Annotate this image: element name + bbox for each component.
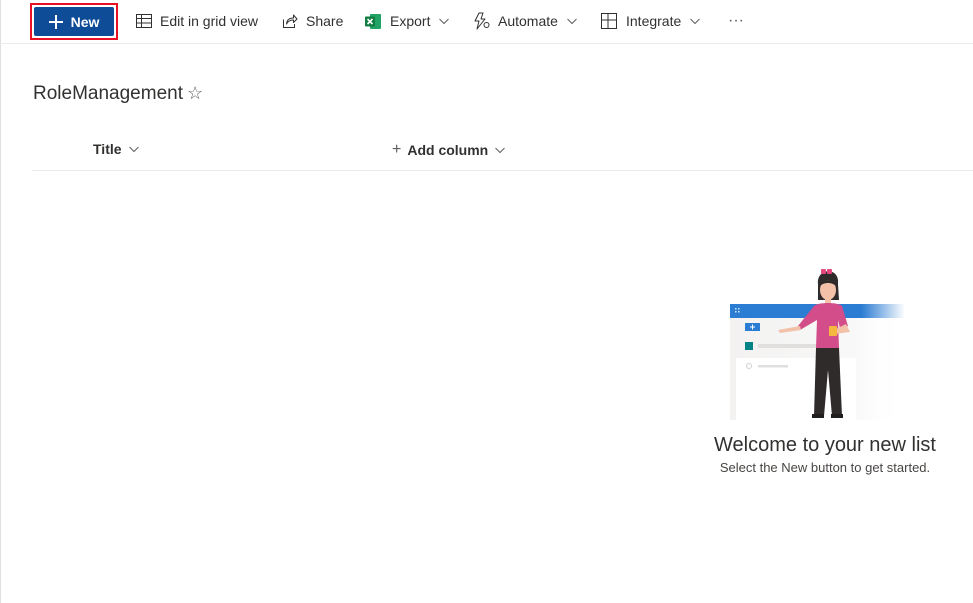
command-bar: New Edit in grid view Share Export Autom…: [0, 0, 973, 44]
export-label: Export: [390, 13, 431, 29]
star-icon[interactable]: ☆: [187, 83, 203, 104]
integrate-button[interactable]: Integrate: [601, 11, 701, 31]
chevron-down-icon: [128, 146, 139, 153]
share-icon: [283, 14, 298, 28]
column-header-row: Title + Add column: [32, 128, 973, 171]
edit-grid-view-label: Edit in grid view: [160, 13, 259, 29]
more-icon: ···: [728, 12, 744, 29]
new-button-body[interactable]: New: [34, 7, 114, 36]
plus-icon: +: [392, 141, 402, 158]
excel-icon: [365, 13, 381, 29]
integrate-icon: [601, 12, 617, 29]
list-title: RoleManagement: [33, 83, 183, 104]
more-button[interactable]: ···: [728, 11, 744, 31]
column-title-label: Title: [93, 141, 122, 157]
edit-grid-view-button[interactable]: Edit in grid view: [136, 11, 258, 31]
add-column-label: Add column: [407, 142, 489, 158]
automate-label: Automate: [498, 13, 558, 29]
new-button[interactable]: New: [30, 3, 118, 40]
share-label: Share: [306, 13, 344, 29]
empty-state-hint: Select the New button to get started.: [719, 460, 931, 475]
chevron-down-icon: [690, 18, 701, 25]
add-column-button[interactable]: + Add column: [392, 141, 506, 159]
page-edge: [0, 0, 1, 603]
empty-list-illustration: [730, 269, 905, 420]
new-button-label: New: [70, 13, 100, 30]
empty-state-heading: Welcome to your new list: [714, 434, 936, 456]
chevron-down-icon: [567, 18, 577, 25]
automate-button[interactable]: Automate: [472, 11, 578, 31]
export-button[interactable]: Export: [365, 11, 450, 31]
integrate-label: Integrate: [626, 13, 682, 29]
chevron-down-icon: [495, 147, 506, 154]
grid-icon: [136, 14, 152, 28]
automate-icon: [474, 12, 490, 30]
plus-icon: [48, 14, 63, 29]
column-header-title[interactable]: Title: [93, 141, 140, 157]
share-button[interactable]: Share: [282, 11, 343, 31]
chevron-down-icon: [439, 18, 450, 25]
